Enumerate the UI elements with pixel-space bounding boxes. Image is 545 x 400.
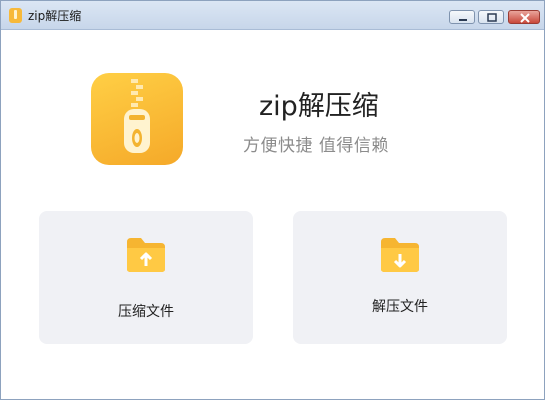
extract-file-button[interactable]: 解压文件 [293,211,507,344]
zip-file-icon [91,73,183,165]
minimize-button[interactable] [449,10,475,24]
compress-file-button[interactable]: 压缩文件 [39,211,253,344]
close-icon [520,13,530,23]
compress-file-label: 压缩文件 [118,304,174,320]
maximize-icon [487,13,497,22]
app-slogan: 方便快捷 值得信赖 [243,136,389,156]
title-bar[interactable]: zip解压缩 [1,1,544,30]
zip-app-icon [9,8,22,23]
main-content: zip解压缩 方便快捷 值得信赖 压缩文件 解压文件 [1,30,544,399]
minimize-icon [459,19,467,21]
close-button[interactable] [508,10,540,24]
maximize-button[interactable] [478,10,504,24]
folder-upload-icon [125,236,167,274]
app-name: zip解压缩 [259,91,379,122]
window-title: zip解压缩 [28,9,82,23]
extract-file-label: 解压文件 [372,299,428,315]
app-window: zip解压缩 zip解压缩 方便快捷 值得信赖 压缩文件 解压文件 [0,0,545,400]
folder-download-icon [379,236,421,274]
